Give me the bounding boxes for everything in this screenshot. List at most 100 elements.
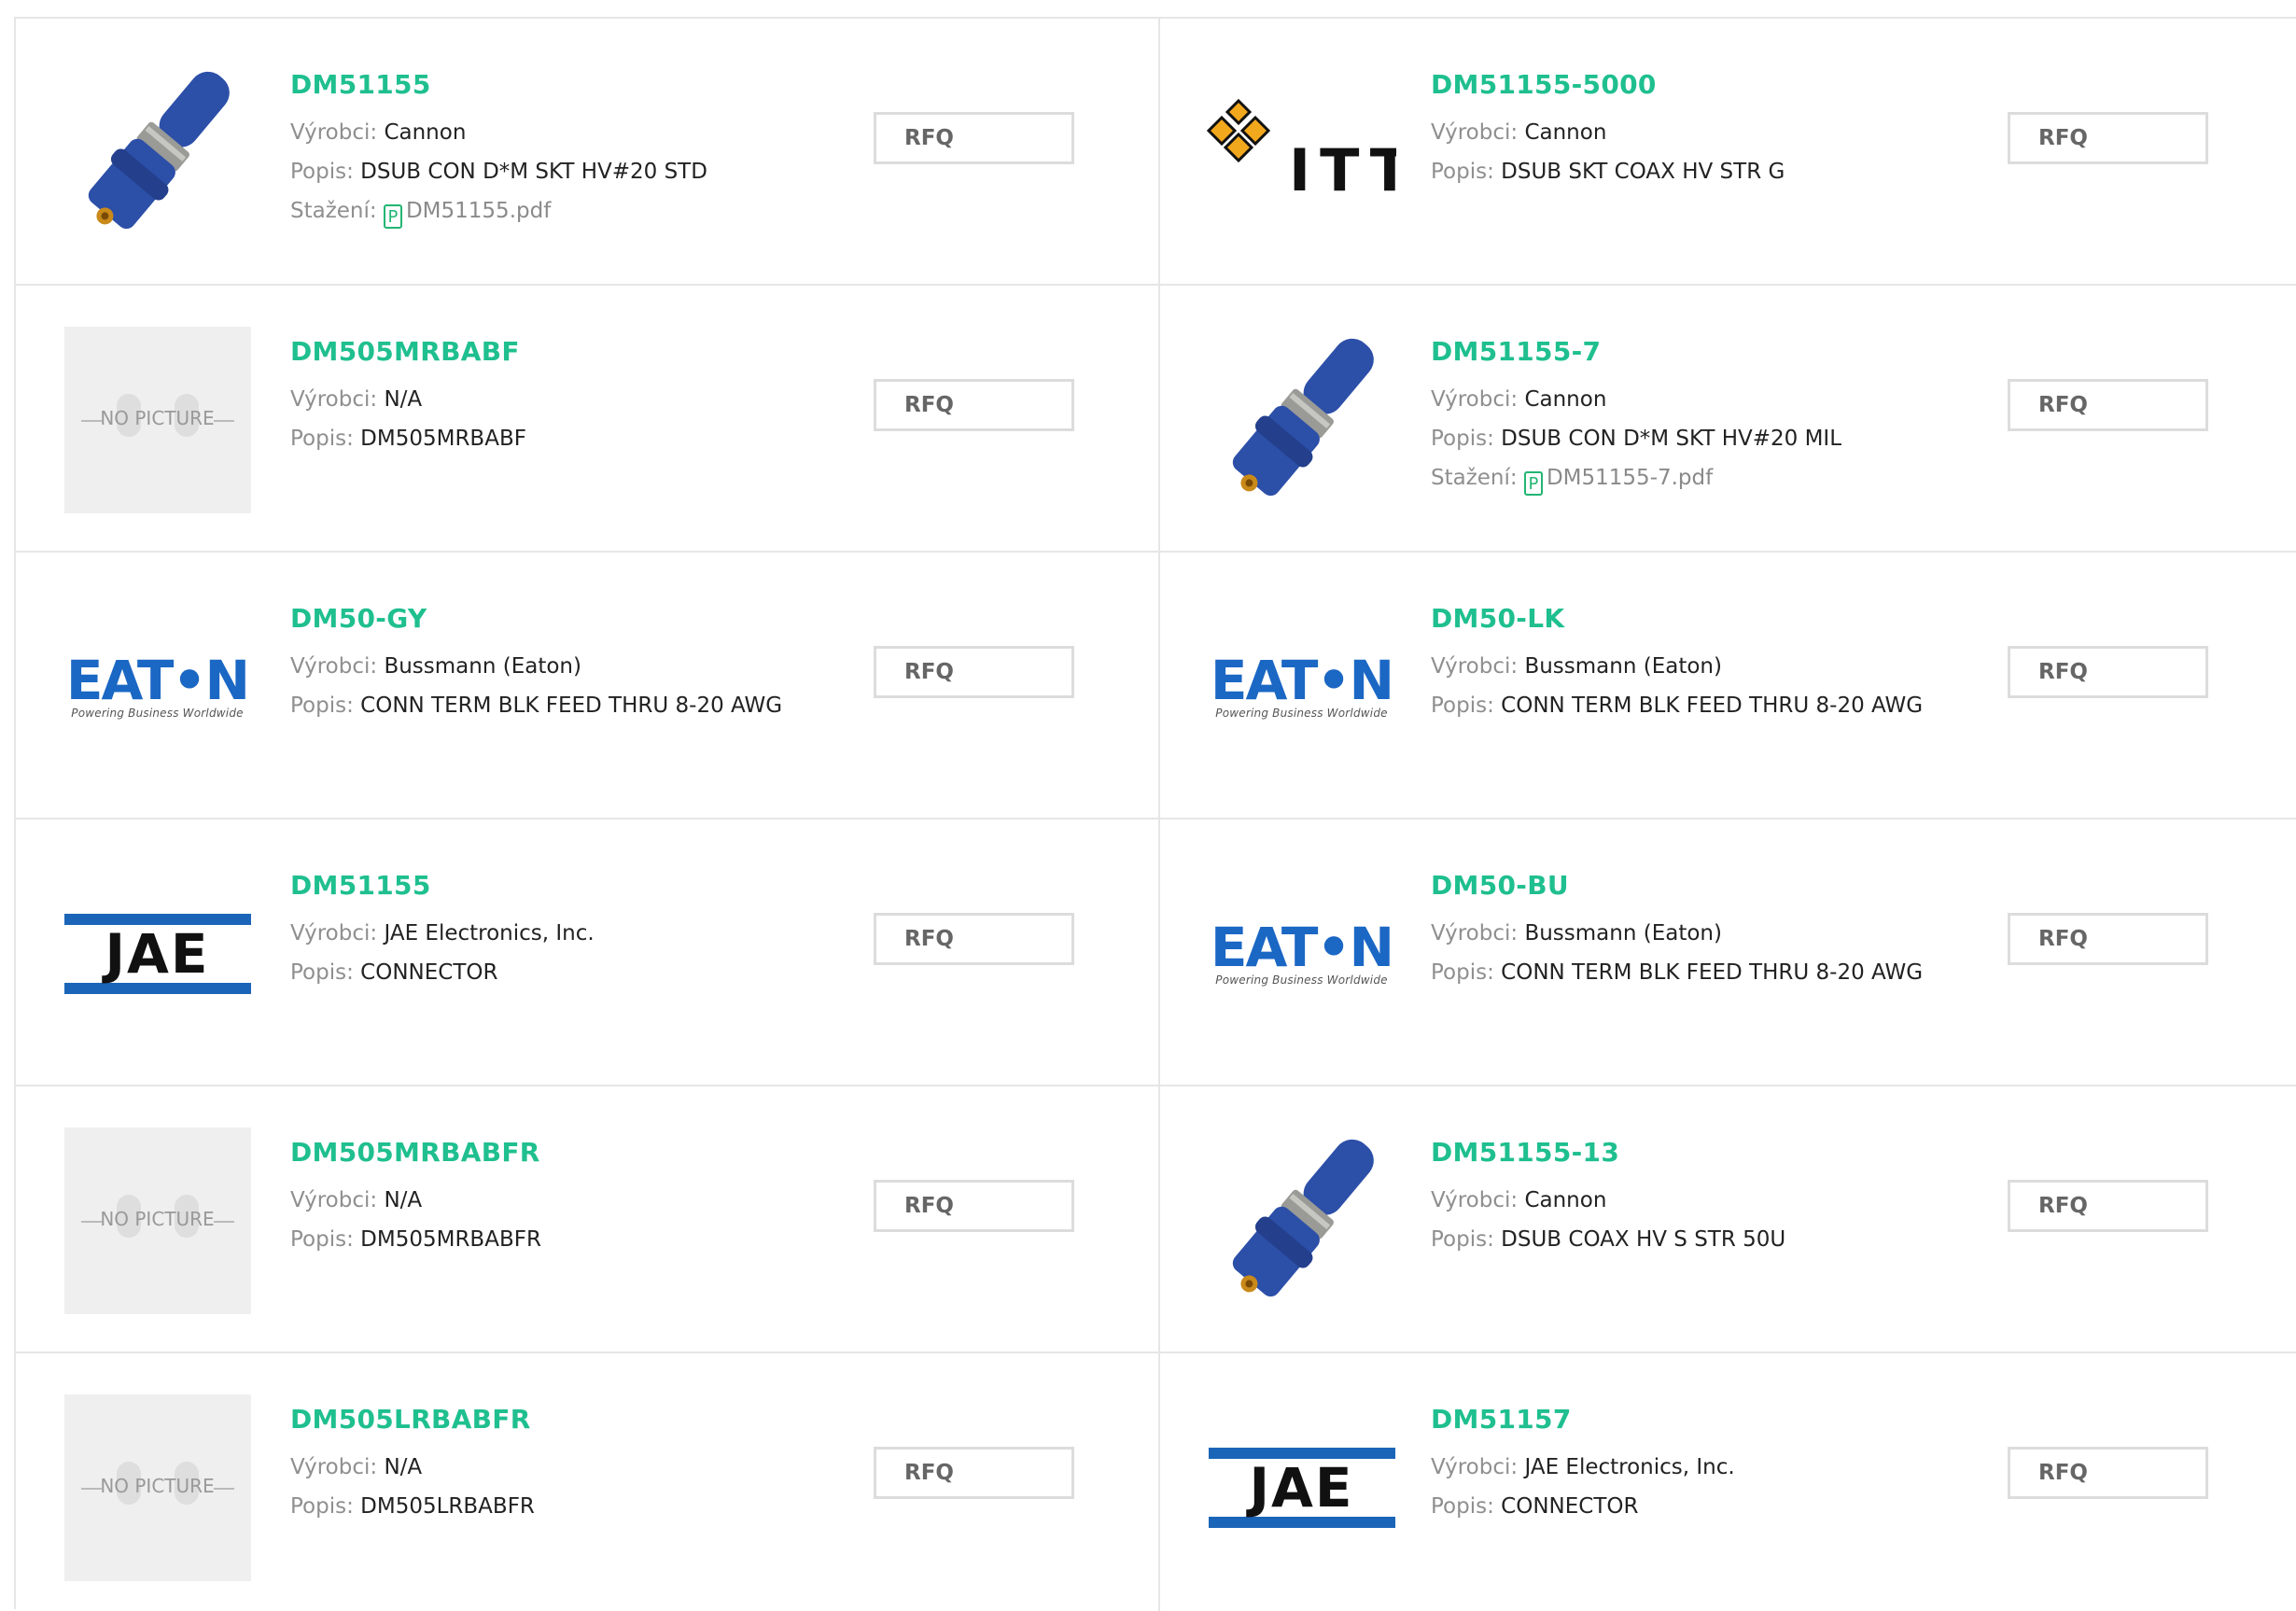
- part-number-link[interactable]: DM51157: [1431, 1404, 1735, 1435]
- manufacturer-row: Výrobci: N/A: [290, 1181, 541, 1220]
- description-label: Popis:: [1431, 1227, 1502, 1252]
- product-image[interactable]: JAE: [63, 859, 252, 1048]
- product-image[interactable]: [1207, 325, 1396, 514]
- eaton-logo-tagline: Powering Business Worldwide: [1215, 706, 1388, 720]
- product-image[interactable]: EAT•N Powering Business Worldwide: [1207, 859, 1396, 1048]
- pdf-icon[interactable]: P: [1523, 471, 1543, 496]
- jae-logo-word: JAE: [105, 921, 210, 986]
- rfq-button[interactable]: RFQ: [2008, 112, 2208, 164]
- rfq-button[interactable]: RFQ: [2008, 1447, 2208, 1499]
- description-value: CONN TERM BLK FEED THRU 8-20 AWG: [360, 693, 783, 718]
- rfq-button[interactable]: RFQ: [2008, 646, 2208, 698]
- product-info: DM51155 Výrobci: Cannon Popis: DSUB CON …: [290, 69, 707, 231]
- manufacturer-label: Výrobci:: [290, 387, 385, 412]
- manufacturer-row: Výrobci: Cannon: [290, 113, 707, 152]
- product-image[interactable]: EAT•N Powering Business Worldwide: [63, 592, 252, 781]
- description-row: Popis: CONN TERM BLK FEED THRU 8-20 AWG: [1431, 953, 1923, 992]
- product-image[interactable]: ITT: [1207, 58, 1396, 247]
- manufacturer-row: Výrobci: JAE Electronics, Inc.: [290, 914, 595, 953]
- rfq-button[interactable]: RFQ: [874, 1447, 1074, 1499]
- product-image[interactable]: NO PICTURE: [63, 325, 252, 514]
- product-card: JAE DM51155 Výrobci: JAE Electronics, In…: [16, 820, 1160, 1086]
- part-number-link[interactable]: DM505MRBABFR: [290, 1137, 541, 1168]
- manufacturer-label: Výrobci:: [290, 921, 385, 946]
- manufacturer-label: Výrobci:: [1431, 1455, 1525, 1479]
- product-info: DM505LRBABFR Výrobci: N/A Popis: DM505LR…: [290, 1404, 535, 1526]
- no-picture-label: NO PICTURE: [100, 1207, 215, 1230]
- part-number-link[interactable]: DM51155: [290, 870, 595, 901]
- product-image[interactable]: NO PICTURE: [63, 1126, 252, 1315]
- part-number-link[interactable]: DM50-BU: [1431, 870, 1923, 901]
- description-label: Popis:: [1431, 427, 1502, 451]
- connector-icon: [88, 71, 230, 229]
- rfq-button[interactable]: RFQ: [2008, 1180, 2208, 1232]
- description-label: Popis:: [1431, 960, 1502, 985]
- manufacturer-label: Výrobci:: [1431, 120, 1525, 145]
- rfq-button[interactable]: RFQ: [874, 112, 1074, 164]
- manufacturer-row: Výrobci: Bussmann (Eaton): [1431, 914, 1923, 953]
- description-row: Popis: DM505LRBABFR: [290, 1487, 535, 1526]
- itt-emblem-icon: [1207, 98, 1271, 162]
- product-image[interactable]: NO PICTURE: [63, 1393, 252, 1582]
- eaton-logo: EAT•N Powering Business Worldwide: [1210, 648, 1394, 720]
- rfq-button[interactable]: RFQ: [874, 379, 1074, 431]
- manufacturer-value: Bussmann (Eaton): [384, 654, 581, 679]
- product-card: EAT•N Powering Business Worldwide DM50-GY…: [16, 553, 1160, 820]
- product-card: NO PICTURE DM505MRBABFR Výrobci: N/A Pop…: [16, 1086, 1160, 1353]
- datasheet-link[interactable]: DM51155-7.pdf: [1547, 466, 1713, 490]
- part-number-link[interactable]: DM505MRBABF: [290, 336, 526, 367]
- manufacturer-value: Cannon: [1524, 387, 1607, 412]
- description-value: CONNECTOR: [360, 960, 498, 985]
- jae-logo: JAE: [1208, 1447, 1395, 1528]
- eaton-logo-tagline: Powering Business Worldwide: [1215, 973, 1388, 987]
- part-number-link[interactable]: DM50-GY: [290, 603, 782, 634]
- description-value: DSUB CON D*M SKT HV#20 MIL: [1501, 427, 1842, 451]
- description-row: Popis: DM505MRBABFR: [290, 1220, 541, 1259]
- product-info: DM50-BU Výrobci: Bussmann (Eaton) Popis:…: [1431, 870, 1923, 992]
- eaton-logo: EAT•N Powering Business Worldwide: [1211, 920, 1394, 987]
- part-number-link[interactable]: DM51155-13: [1431, 1137, 1785, 1168]
- rfq-button[interactable]: RFQ: [2008, 913, 2208, 965]
- part-number-link[interactable]: DM505LRBABFR: [290, 1404, 535, 1435]
- datasheet-link[interactable]: DM51155.pdf: [406, 199, 551, 223]
- manufacturer-row: Výrobci: N/A: [290, 1448, 535, 1487]
- description-value: CONNECTOR: [1501, 1494, 1639, 1519]
- description-label: Popis:: [290, 160, 361, 184]
- part-number-link[interactable]: DM50-LK: [1431, 603, 1923, 634]
- product-card: JAE DM51157 Výrobci: JAE Electronics, In…: [1160, 1353, 2296, 1611]
- manufacturer-label: Výrobci:: [290, 120, 385, 145]
- product-image[interactable]: [63, 58, 252, 247]
- connector-icon: [1232, 1139, 1374, 1296]
- product-grid: DM51155 Výrobci: Cannon Popis: DSUB CON …: [14, 17, 2296, 1611]
- no-picture-placeholder: NO PICTURE: [63, 1394, 251, 1581]
- description-row: Popis: DSUB SKT COAX HV STR G: [1431, 152, 1785, 191]
- rfq-button[interactable]: RFQ: [874, 1180, 1074, 1232]
- pdf-icon[interactable]: P: [383, 204, 402, 229]
- download-label: Stažení:: [1431, 466, 1524, 490]
- description-row: Popis: CONNECTOR: [290, 953, 595, 992]
- product-card: EAT•N Powering Business Worldwide DM50-LK…: [1160, 553, 2296, 820]
- product-image[interactable]: [1207, 1126, 1396, 1315]
- rfq-button[interactable]: RFQ: [2008, 379, 2208, 431]
- jae-logo: JAE: [63, 913, 251, 994]
- description-value: DM505MRBABF: [360, 427, 526, 451]
- product-image[interactable]: JAE: [1207, 1393, 1396, 1582]
- part-number-link[interactable]: DM51155: [290, 69, 707, 100]
- manufacturer-row: Výrobci: Cannon: [1431, 1181, 1785, 1220]
- no-picture-label: NO PICTURE: [100, 406, 215, 429]
- part-number-link[interactable]: DM51155-7: [1431, 336, 1841, 367]
- rfq-button[interactable]: RFQ: [874, 913, 1074, 965]
- jae-logo-word: JAE: [1249, 1455, 1354, 1520]
- manufacturer-value: Cannon: [384, 120, 467, 145]
- part-number-link[interactable]: DM51155-5000: [1431, 69, 1785, 100]
- manufacturer-value: JAE Electronics, Inc.: [384, 921, 595, 946]
- product-card: ITT DM51155-5000 Výrobci: Cannon Popis: …: [1160, 19, 2296, 286]
- description-value: DSUB CON D*M SKT HV#20 STD: [360, 160, 707, 184]
- product-info: DM50-LK Výrobci: Bussmann (Eaton) Popis:…: [1431, 603, 1923, 725]
- rfq-button[interactable]: RFQ: [874, 646, 1074, 698]
- description-label: Popis:: [290, 1494, 361, 1519]
- manufacturer-label: Výrobci:: [1431, 654, 1525, 679]
- itt-logo: ITT: [1207, 97, 1396, 209]
- eaton-logo-word: EAT•N: [1210, 648, 1394, 712]
- product-image[interactable]: EAT•N Powering Business Worldwide: [1207, 592, 1396, 781]
